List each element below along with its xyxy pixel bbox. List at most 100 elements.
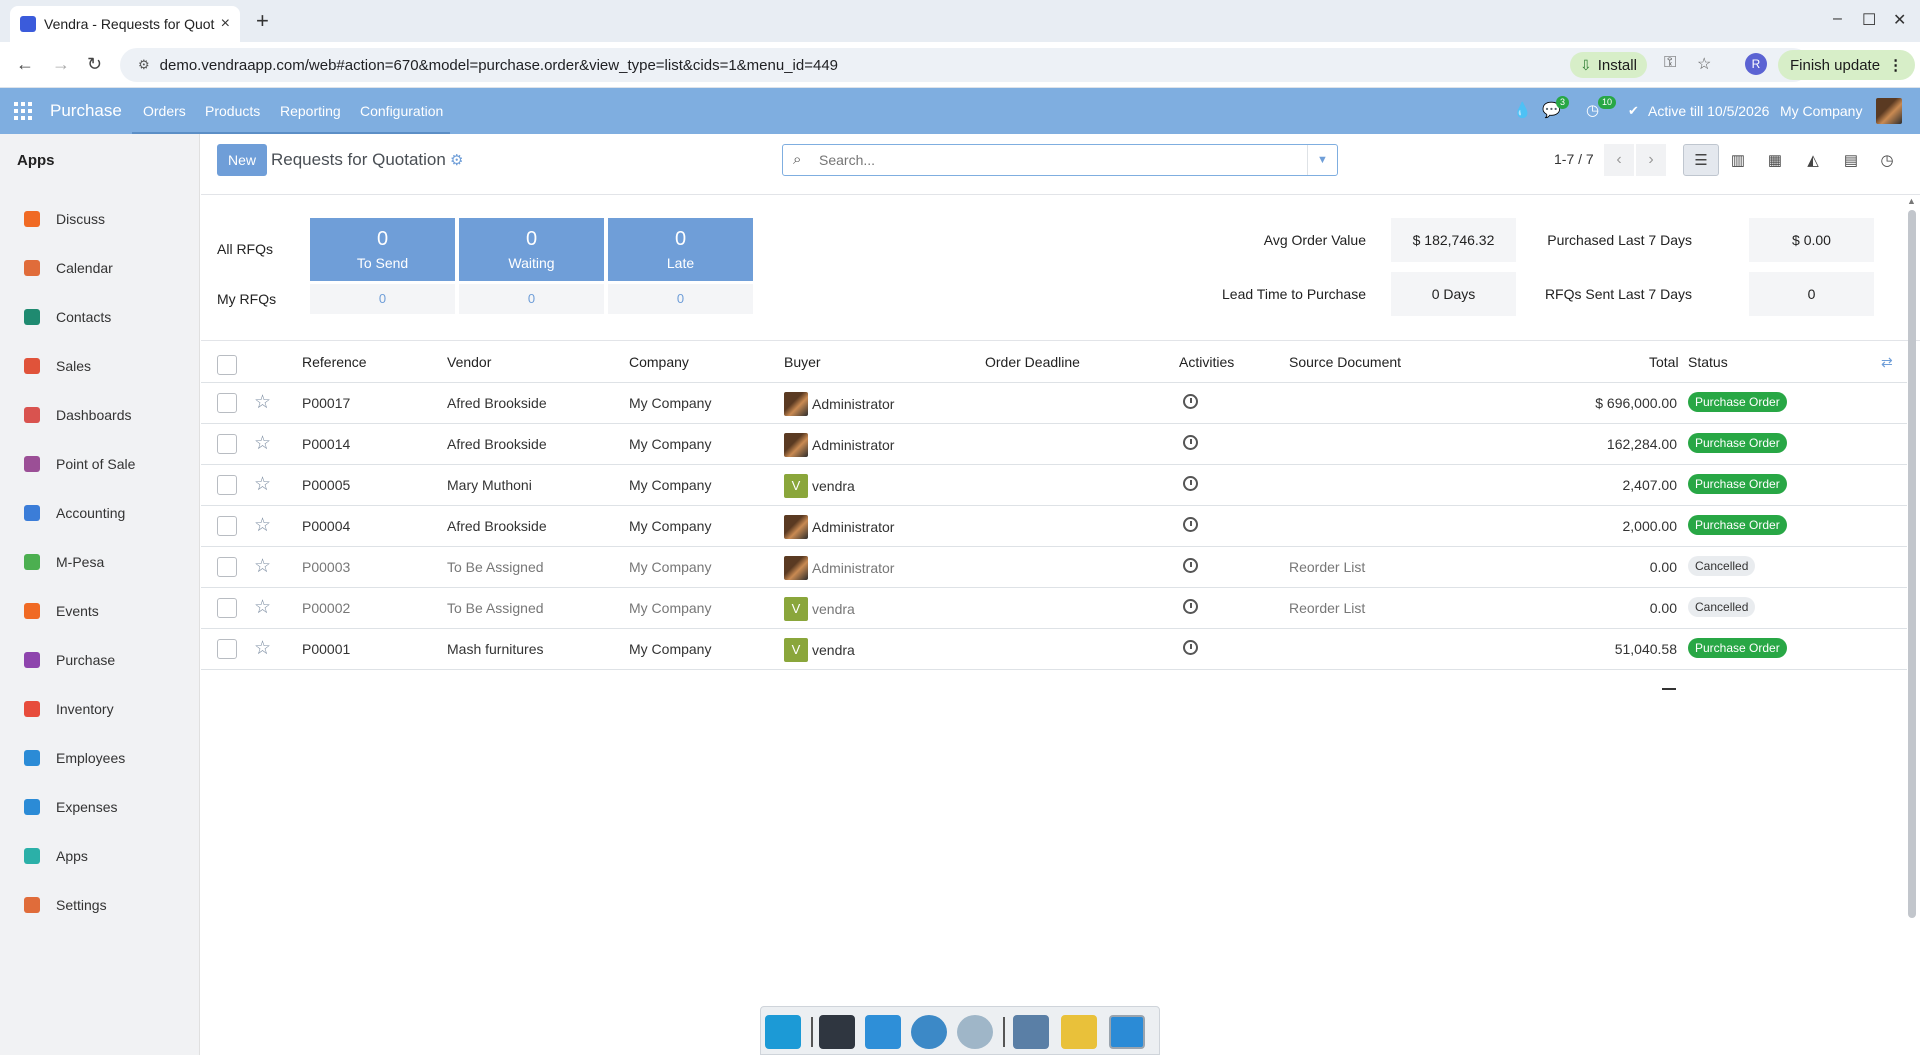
table-row[interactable]: ☆ P00005 Mary Muthoni My Company Vvendra 2,40…	[201, 465, 1907, 506]
user-avatar[interactable]	[1876, 98, 1902, 124]
content-scrollbar[interactable]	[1908, 210, 1916, 918]
row-checkbox[interactable]	[217, 475, 237, 495]
row-checkbox[interactable]	[217, 639, 237, 659]
file-cabinet-icon[interactable]	[865, 1015, 901, 1049]
url-text[interactable]: demo.vendraapp.com/web#action=670&model=…	[160, 57, 838, 74]
sidebar-item-expenses[interactable]: Expenses	[24, 792, 117, 822]
row-checkbox[interactable]	[217, 598, 237, 618]
minimize-window-button[interactable]: –	[1833, 10, 1842, 28]
select-all-checkbox[interactable]	[217, 355, 237, 375]
droplet-icon[interactable]: 💧	[1513, 101, 1532, 119]
gear-icon[interactable]: ⚙	[450, 151, 463, 169]
search-magnifier-icon[interactable]	[957, 1015, 993, 1049]
row-checkbox[interactable]	[217, 516, 237, 536]
scroll-up-arrow-icon[interactable]: ▲	[1907, 196, 1916, 206]
sidebar-item-employees[interactable]: Employees	[24, 743, 125, 773]
sidebar-item-discuss[interactable]: Discuss	[24, 204, 105, 234]
column-reference[interactable]: Reference	[302, 354, 367, 370]
my-late[interactable]: 0	[608, 284, 753, 314]
my-to-send[interactable]: 0	[310, 284, 455, 314]
forward-arrow-icon[interactable]: →	[52, 54, 70, 75]
optional-columns-icon[interactable]: ⇄	[1881, 354, 1893, 371]
sidebar-item-m-pesa[interactable]: M-Pesa	[24, 547, 104, 577]
sidebar-item-inventory[interactable]: Inventory	[24, 694, 114, 724]
activity-clock-icon[interactable]	[1183, 394, 1198, 409]
row-checkbox[interactable]	[217, 434, 237, 454]
activity-clock-icon[interactable]	[1183, 558, 1198, 573]
my-waiting[interactable]: 0	[459, 284, 604, 314]
sidebar-item-sales[interactable]: Sales	[24, 351, 91, 381]
activity-clock-icon[interactable]	[1183, 476, 1198, 491]
priority-star-icon[interactable]: ☆	[254, 473, 271, 496]
pivot-view-icon[interactable]: ▦	[1757, 144, 1793, 176]
menu-configuration[interactable]: Configuration	[360, 103, 443, 119]
tile-late[interactable]: 0 Late	[608, 218, 753, 281]
browser-tab[interactable]: Vendra - Requests for Quotation ×	[10, 6, 240, 42]
activity-view-icon[interactable]: ◷	[1869, 144, 1905, 176]
priority-star-icon[interactable]: ☆	[254, 391, 271, 414]
column-vendor[interactable]: Vendor	[447, 354, 491, 370]
profile-avatar[interactable]: R	[1745, 53, 1767, 75]
tab-close-icon[interactable]: ×	[221, 15, 230, 33]
maximize-window-button[interactable]: ☐	[1862, 10, 1876, 30]
pager-next-button[interactable]: ›	[1636, 144, 1666, 176]
priority-star-icon[interactable]: ☆	[254, 432, 271, 455]
tile-to-send[interactable]: 0 To Send	[310, 218, 455, 281]
activity-clock-icon[interactable]	[1183, 599, 1198, 614]
pager-previous-button[interactable]: ‹	[1604, 144, 1634, 176]
calendar-view-icon[interactable]: ▤	[1833, 144, 1869, 176]
activity-clock-icon[interactable]	[1183, 435, 1198, 450]
search-input[interactable]	[819, 150, 1289, 170]
pager-value[interactable]: 1-7 / 7	[1554, 151, 1594, 167]
table-row[interactable]: ☆ P00014 Afred Brookside My Company Administ…	[201, 424, 1907, 465]
address-bar[interactable]: ⚙ demo.vendraapp.com/web#action=670&mode…	[120, 48, 1810, 82]
table-row[interactable]: ☆ P00017 Afred Brookside My Company Administ…	[201, 383, 1907, 424]
column-total[interactable]: Total	[1649, 354, 1679, 370]
show-desktop-icon[interactable]	[765, 1015, 801, 1049]
install-app-button[interactable]: ⇩ Install	[1570, 52, 1647, 78]
app-brand[interactable]: Purchase	[50, 101, 122, 121]
activity-clock-icon[interactable]	[1183, 517, 1198, 532]
new-tab-button[interactable]: +	[256, 8, 269, 34]
menu-reporting[interactable]: Reporting	[280, 103, 341, 119]
web-browser-icon[interactable]	[911, 1015, 947, 1049]
table-row[interactable]: ☆ P00003 To Be Assigned My Company Administr…	[201, 547, 1907, 588]
finish-update-button[interactable]: Finish update ⋮	[1778, 50, 1916, 80]
sidebar-item-apps[interactable]: Apps	[24, 841, 88, 871]
priority-star-icon[interactable]: ☆	[254, 514, 271, 537]
new-button[interactable]: New	[217, 144, 267, 176]
bookmark-star-icon[interactable]: ☆	[1697, 54, 1711, 74]
column-buyer[interactable]: Buyer	[784, 354, 821, 370]
column-source-document[interactable]: Source Document	[1289, 354, 1401, 370]
app-grid-icon[interactable]	[14, 102, 32, 120]
menu-products[interactable]: Products	[205, 103, 260, 119]
more-menu-icon[interactable]: ⋮	[1888, 56, 1903, 74]
column-company[interactable]: Company	[629, 354, 689, 370]
sidebar-item-accounting[interactable]: Accounting	[24, 498, 125, 528]
column-order-deadline[interactable]: Order Deadline	[985, 354, 1080, 370]
column-status[interactable]: Status	[1688, 354, 1728, 370]
files-folder-icon[interactable]	[1061, 1015, 1097, 1049]
search-box[interactable]: ⌕ ▼	[782, 144, 1338, 176]
column-activities[interactable]: Activities	[1179, 354, 1234, 370]
priority-star-icon[interactable]: ☆	[254, 637, 271, 660]
site-info-icon[interactable]: ⚙	[138, 57, 150, 73]
password-key-icon[interactable]: ⚿	[1664, 54, 1676, 72]
sidebar-item-purchase[interactable]: Purchase	[24, 645, 115, 675]
menu-orders[interactable]: Orders	[143, 103, 186, 119]
tile-waiting[interactable]: 0 Waiting	[459, 218, 604, 281]
sidebar-item-contacts[interactable]: Contacts	[24, 302, 111, 332]
terminal-icon[interactable]	[819, 1015, 855, 1049]
table-row[interactable]: ☆ P00002 To Be Assigned My Company Vvendra Re…	[201, 588, 1907, 629]
priority-star-icon[interactable]: ☆	[254, 596, 271, 619]
sidebar-item-settings[interactable]: Settings	[24, 890, 107, 920]
reload-icon[interactable]: ↻	[87, 54, 102, 75]
remote-desktop-icon[interactable]	[1109, 1015, 1145, 1049]
sidebar-item-dashboards[interactable]: Dashboards	[24, 400, 132, 430]
graph-view-icon[interactable]: ◭	[1795, 144, 1831, 176]
back-arrow-icon[interactable]: ←	[16, 54, 34, 75]
table-row[interactable]: ☆ P00001 Mash furnitures My Company Vvendra 5…	[201, 629, 1907, 670]
activity-clock-icon[interactable]	[1183, 640, 1198, 655]
folder-icon[interactable]	[1013, 1015, 1049, 1049]
priority-star-icon[interactable]: ☆	[254, 555, 271, 578]
